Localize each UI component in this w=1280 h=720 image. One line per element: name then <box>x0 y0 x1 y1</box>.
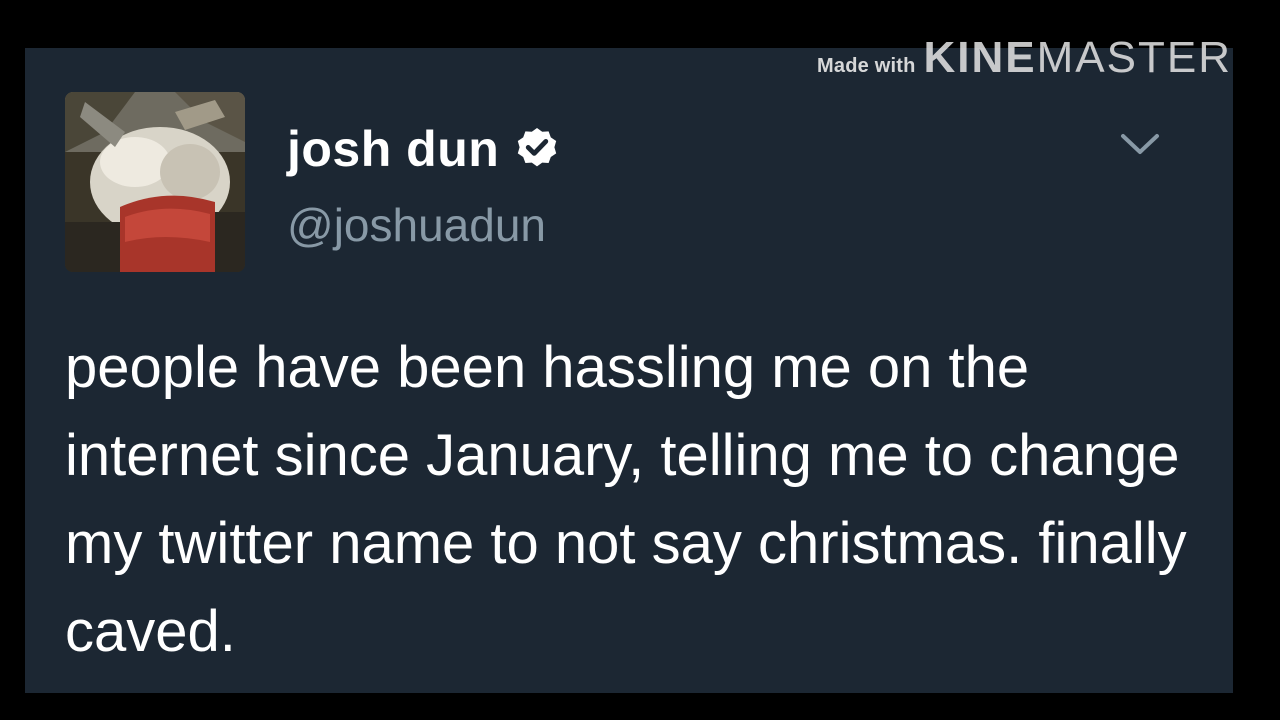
user-name[interactable]: josh dun <box>287 120 499 178</box>
chevron-down-icon[interactable] <box>1119 130 1161 158</box>
watermark: Made with KINE MASTER <box>817 33 1232 83</box>
user-name-row: josh dun <box>287 120 561 178</box>
avatar-image <box>65 92 245 272</box>
watermark-brand-light: MASTER <box>1036 33 1232 82</box>
user-handle[interactable]: @joshuadun <box>287 198 546 252</box>
avatar[interactable] <box>65 92 245 272</box>
watermark-brand-bold: KINE <box>923 33 1037 82</box>
verified-badge-icon <box>518 128 557 167</box>
tweet-text: people have been hassling me on the inte… <box>65 335 1187 664</box>
tweet-card: josh dun @joshuadun people have been has… <box>25 48 1233 693</box>
watermark-made-with: Made with <box>817 55 916 77</box>
